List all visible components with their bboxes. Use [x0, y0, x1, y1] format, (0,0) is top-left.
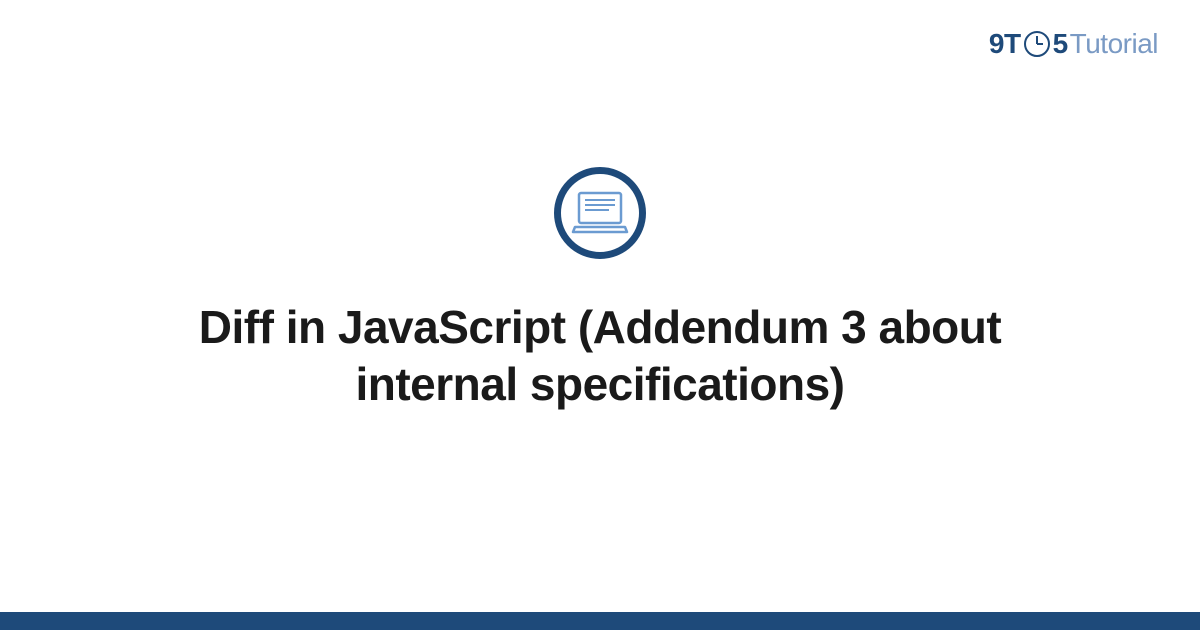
- footer-accent-bar: [0, 612, 1200, 630]
- main-content: Diff in JavaScript (Addendum 3 about int…: [0, 0, 1200, 630]
- page-title: Diff in JavaScript (Addendum 3 about int…: [150, 299, 1050, 414]
- laptop-icon: [571, 189, 629, 237]
- laptop-icon-circle: [554, 167, 646, 259]
